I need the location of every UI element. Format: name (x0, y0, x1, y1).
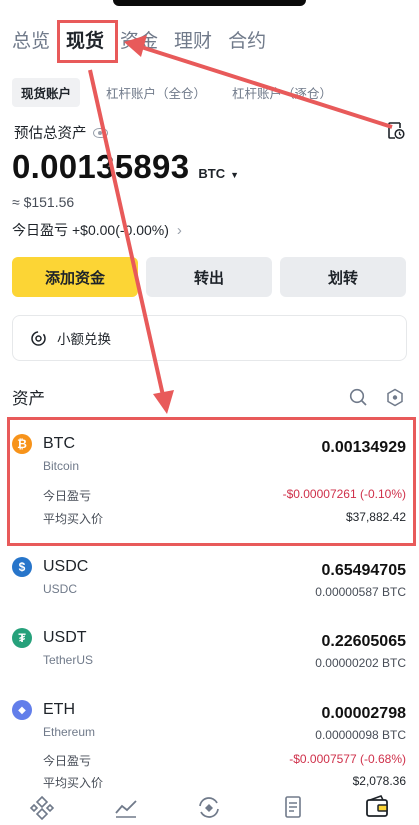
estimated-balance-text: 预估总资产 (14, 126, 87, 142)
asset-name: USDC (43, 582, 78, 596)
pnl-value: +$0.00(-0.00%) (72, 222, 169, 238)
transfer-out-button[interactable]: 转出 (146, 257, 272, 297)
asset-row-eth[interactable]: ◆ ETH Ethereum 0.00002798 0.00000098 BTC… (12, 700, 408, 790)
subtab-isolated-margin[interactable]: 杠杆账户（逐仓） (232, 83, 332, 102)
tab-earn[interactable]: 理财 (174, 28, 212, 58)
asset-btc-value: 0.00000202 BTC (315, 656, 406, 670)
balance-amount: 0.00135893 (12, 148, 190, 185)
asset-btc-value: 0.00000098 BTC (315, 728, 406, 742)
trade-icon[interactable] (195, 794, 223, 820)
ethereum-icon: ◆ (12, 700, 32, 720)
account-tabs: 总览 现货 资金 理财 合约 (12, 28, 282, 58)
tab-futures[interactable]: 合约 (228, 28, 266, 58)
asset-amount: 0.65494705 (321, 562, 406, 579)
asset-btc-value: 0.00000587 BTC (315, 585, 406, 599)
annotation-box-btc-row (7, 417, 416, 546)
usdt-icon: ₮ (12, 628, 32, 648)
assets-title: 资产 (12, 390, 45, 408)
history-icon[interactable] (387, 121, 405, 140)
balance-unit-select[interactable]: BTC (198, 166, 225, 181)
estimated-balance-label: 预估总资产 (14, 122, 108, 143)
asset-row-usdt[interactable]: ₮ USDT TetherUS 0.22605065 0.00000202 BT… (12, 628, 408, 673)
usdc-icon: $ (12, 557, 32, 577)
home-icon[interactable] (28, 794, 56, 820)
asset-amount: 0.00002798 (321, 705, 406, 722)
tab-funding[interactable]: 资金 (120, 28, 158, 58)
deposit-button[interactable]: 添加资金 (12, 257, 138, 297)
asset-avg-label: 平均买入价 (43, 776, 104, 790)
assets-header: 资产 (12, 385, 407, 409)
convert-label: 小额兑换 (57, 332, 111, 347)
subtab-cross-margin[interactable]: 杠杆账户（全仓） (106, 83, 206, 102)
tab-overview[interactable]: 总览 (12, 28, 50, 58)
search-icon[interactable] (349, 388, 368, 407)
transfer-button[interactable]: 划转 (280, 257, 406, 297)
asset-row-usdc[interactable]: $ USDC USDC 0.65494705 0.00000587 BTC (12, 557, 408, 602)
total-balance: 0.00135893 BTC ▼ (12, 148, 239, 186)
subtab-spot-account[interactable]: 现货账户 (12, 77, 81, 107)
markets-icon[interactable] (112, 794, 140, 820)
wallet-icon[interactable] (363, 794, 391, 820)
pnl-label: 今日盈亏 (12, 222, 68, 238)
asset-symbol: ETH (43, 701, 75, 718)
action-buttons: 添加资金 转出 划转 (12, 257, 407, 297)
asset-name: Ethereum (43, 725, 96, 739)
asset-pnl-value: -$0.0007577 (-0.68%) (289, 752, 406, 766)
caret-down-icon[interactable]: ▼ (230, 170, 239, 180)
asset-amount: 0.22605065 (321, 633, 406, 650)
balance-usd: ≈ $151.56 (12, 194, 75, 210)
today-pnl-row[interactable]: 今日盈亏 +$0.00(-0.00%) › (12, 220, 182, 240)
asset-pnl-label: 今日盈亏 (43, 754, 92, 768)
asset-symbol: USDC (43, 558, 89, 575)
status-bar (0, 0, 419, 14)
convert-icon (31, 330, 46, 346)
eye-icon[interactable] (92, 127, 108, 138)
device-notch (113, 0, 306, 6)
asset-avg-value: $2,078.36 (352, 774, 406, 788)
orders-icon[interactable] (279, 794, 307, 820)
asset-symbol: USDT (43, 629, 87, 646)
settings-hexagon-icon[interactable] (386, 388, 404, 407)
annotation-box-spot-tab (57, 20, 118, 63)
chevron-right-icon: › (176, 221, 182, 239)
asset-name: TetherUS (43, 653, 94, 667)
small-asset-convert-button[interactable]: 小额兑换 (12, 315, 407, 361)
bottom-navigation (0, 790, 419, 825)
sub-account-tabs: 现货账户 杠杆账户（全仓） 杠杆账户（逐仓） (12, 77, 419, 107)
